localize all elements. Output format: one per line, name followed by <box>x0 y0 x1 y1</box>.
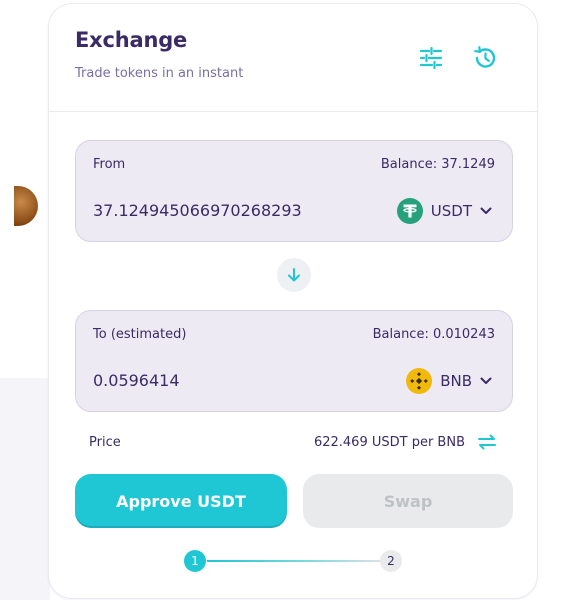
to-label: To (estimated) <box>93 327 187 342</box>
to-token-selector[interactable]: BNB <box>406 366 492 396</box>
swap-button[interactable]: Swap <box>303 474 513 528</box>
bnb-logo <box>406 368 433 394</box>
exchange-card: Exchange Trade tokens in an instant From… <box>48 3 538 599</box>
from-token-selector[interactable]: USDT <box>396 196 492 226</box>
page-title: Exchange <box>75 28 188 52</box>
history-clock-icon <box>474 46 496 68</box>
background-panel <box>0 378 50 600</box>
price-invert-button[interactable] <box>477 434 497 450</box>
approve-usdt-button[interactable]: Approve USDT <box>75 474 287 528</box>
from-input-panel: From Balance: 37.1249 37.124945066970268… <box>75 140 513 242</box>
stepper-line <box>207 560 387 562</box>
page: Exchange Trade tokens in an instant From… <box>0 0 584 600</box>
stepper-step-1: 1 <box>184 550 206 572</box>
to-input-panel: To (estimated) Balance: 0.010243 0.05964… <box>75 310 513 412</box>
sliders-icon <box>419 47 443 69</box>
to-amount-input[interactable]: 0.0596414 <box>93 371 180 390</box>
stepper-step-2: 2 <box>380 550 402 572</box>
to-balance: Balance: 0.010243 <box>372 327 495 342</box>
from-amount-input[interactable]: 37.124945066970268293 <box>93 201 302 220</box>
arrow-down-icon <box>288 268 300 282</box>
switch-direction-button[interactable] <box>277 258 311 292</box>
history-button[interactable] <box>469 42 501 74</box>
card-header: Exchange Trade tokens in an instant <box>49 4 537 112</box>
background-token-decoration <box>14 186 38 226</box>
price-label: Price <box>89 435 121 450</box>
from-balance: Balance: 37.1249 <box>380 157 495 172</box>
price-value: 622.469 USDT per BNB <box>313 435 465 450</box>
to-token-symbol: BNB <box>440 372 472 390</box>
settings-button[interactable] <box>415 42 447 74</box>
page-subtitle: Trade tokens in an instant <box>75 66 244 81</box>
tether-usdt-logo <box>396 198 423 224</box>
from-token-symbol: USDT <box>430 202 472 220</box>
chevron-down-icon <box>480 207 492 214</box>
from-label: From <box>93 157 126 172</box>
swap-arrows-icon <box>478 434 496 450</box>
chevron-down-icon <box>480 377 492 384</box>
